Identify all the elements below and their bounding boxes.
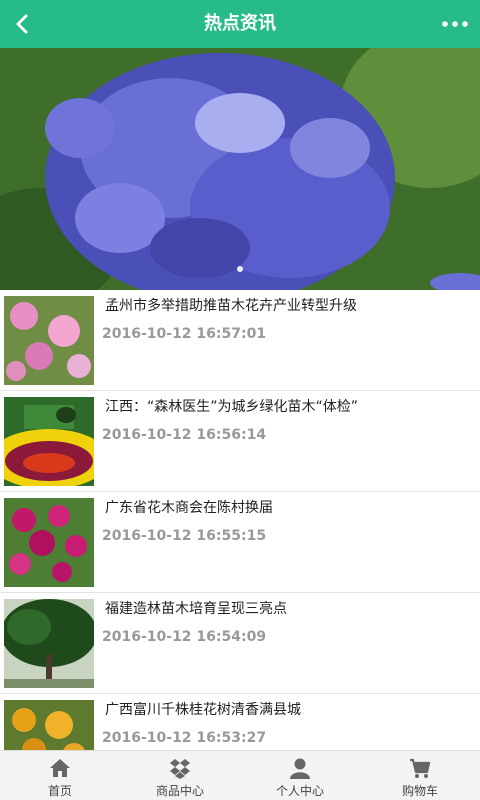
news-item[interactable]: 孟州市多举措助推苗木花卉产业转型升级 2016-10-12 16:57:01 [0,290,480,391]
news-title: 福建造林苗木培育呈现三亮点 [105,601,287,617]
banner-image [0,48,480,290]
news-item[interactable]: 广东省花木商会在陈村换届 2016-10-12 16:55:15 [0,492,480,593]
news-item[interactable]: 福建造林苗木培育呈现三亮点 2016-10-12 16:54:09 [0,593,480,694]
news-thumbnail [4,296,94,385]
tab-label: 商品中心 [155,784,204,798]
bottom-tab-bar: 首页 商品中心 个人中心 购物车 [0,750,480,800]
carousel-dot[interactable] [237,266,243,272]
home-icon [50,759,70,777]
news-title: 广西富川千株桂花树清香满县城 [105,702,301,718]
tab-home[interactable]: 首页 [0,751,120,800]
tab-profile[interactable]: 个人中心 [240,751,360,800]
carousel-indicator [0,257,480,276]
news-thumbnail [4,700,94,750]
news-thumbnail [4,397,94,486]
news-time: 2016-10-12 16:55:15 [102,528,267,544]
tab-cart[interactable]: 购物车 [360,751,480,800]
page-title: 热点资讯 [204,13,276,34]
news-time: 2016-10-12 16:54:09 [102,629,267,645]
more-dots-icon[interactable] [440,12,470,36]
news-item[interactable]: 江西：“森林医生”为城乡绿化苗木“体检” 2016-10-12 16:56:14 [0,391,480,492]
tab-label: 购物车 [401,784,438,798]
news-title: 广东省花木商会在陈村换届 [105,500,273,516]
banner-carousel[interactable] [0,48,480,290]
news-time: 2016-10-12 16:53:27 [102,730,267,746]
news-item[interactable]: 广西富川千株桂花树清香满县城 2016-10-12 16:53:27 [0,694,480,750]
news-title: 江西：“森林医生”为城乡绿化苗木“体检” [105,399,359,415]
tab-label: 首页 [47,784,72,798]
top-header: 热点资讯 [0,0,480,48]
news-title: 孟州市多举措助推苗木花卉产业转型升级 [105,298,357,314]
news-time: 2016-10-12 16:57:01 [102,326,267,342]
news-thumbnail [4,599,94,688]
news-time: 2016-10-12 16:56:14 [102,427,267,443]
user-icon [290,758,310,779]
news-thumbnail [4,498,94,587]
tab-label: 个人中心 [275,784,324,798]
news-list: 孟州市多举措助推苗木花卉产业转型升级 2016-10-12 16:57:01 江… [0,290,480,750]
dropbox-icon [170,759,190,779]
tab-products[interactable]: 商品中心 [120,751,240,800]
cart-icon [410,758,431,778]
